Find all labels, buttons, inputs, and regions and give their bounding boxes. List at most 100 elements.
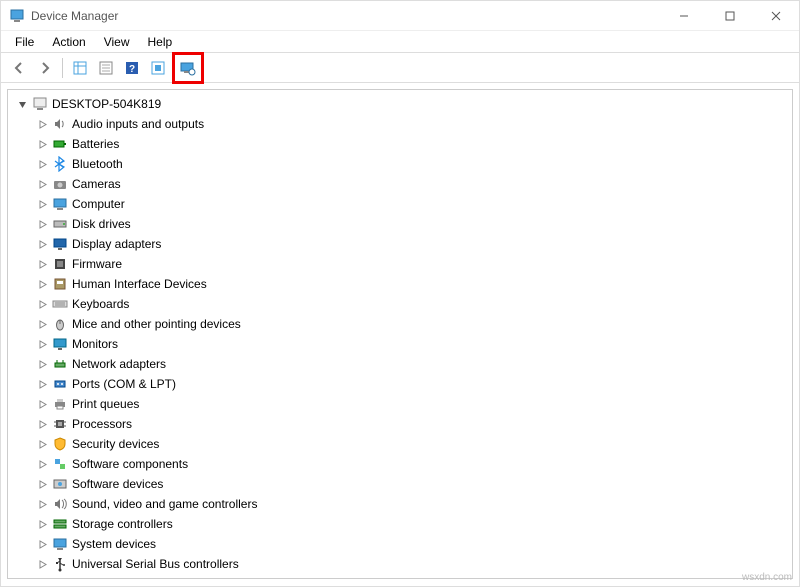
toolbar: ? <box>1 53 799 83</box>
expand-icon[interactable] <box>36 118 48 130</box>
tree-category-label: Cameras <box>72 177 121 191</box>
expand-icon[interactable] <box>36 218 48 230</box>
tree-category-label: Batteries <box>72 137 119 151</box>
collapse-icon[interactable] <box>16 98 28 110</box>
tree-category-label: Computer <box>72 197 125 211</box>
highlighted-toolbar-item <box>172 52 204 84</box>
expand-icon[interactable] <box>36 358 48 370</box>
tree-category-node[interactable]: Keyboards <box>34 294 790 314</box>
system-icon <box>52 536 68 552</box>
titlebar: Device Manager <box>1 1 799 31</box>
menu-view[interactable]: View <box>96 33 138 51</box>
tree-category-node[interactable]: Monitors <box>34 334 790 354</box>
expand-icon[interactable] <box>36 338 48 350</box>
hid-icon <box>52 276 68 292</box>
tree-category-node[interactable]: Security devices <box>34 434 790 454</box>
tree-category-label: Human Interface Devices <box>72 277 207 291</box>
tree-category-node[interactable]: Storage controllers <box>34 514 790 534</box>
expand-icon[interactable] <box>36 258 48 270</box>
tree-category-label: Bluetooth <box>72 157 123 171</box>
tree-category-label: Software components <box>72 457 188 471</box>
window-title: Device Manager <box>31 9 661 23</box>
tree-category-label: Storage controllers <box>72 517 173 531</box>
tree-category-node[interactable]: Human Interface Devices <box>34 274 790 294</box>
tree-category-node[interactable]: Batteries <box>34 134 790 154</box>
security-icon <box>52 436 68 452</box>
camera-icon <box>52 176 68 192</box>
bluetooth-icon <box>52 156 68 172</box>
tree-category-node[interactable]: Print queues <box>34 394 790 414</box>
expand-icon[interactable] <box>36 318 48 330</box>
tree-category-label: Processors <box>72 417 132 431</box>
tree-category-node[interactable]: Mice and other pointing devices <box>34 314 790 334</box>
tree-category-node[interactable]: Audio inputs and outputs <box>34 114 790 134</box>
expand-icon[interactable] <box>36 178 48 190</box>
tree-category-node[interactable]: Firmware <box>34 254 790 274</box>
watermark: wsxdn.com <box>742 572 792 583</box>
menu-action[interactable]: Action <box>44 33 93 51</box>
svg-text:?: ? <box>129 64 135 75</box>
device-tree-pane[interactable]: DESKTOP-504K819 Audio inputs and outputs… <box>7 89 793 579</box>
expand-icon[interactable] <box>36 138 48 150</box>
tree-category-node[interactable]: System devices <box>34 534 790 554</box>
display-icon <box>52 236 68 252</box>
tree-category-node[interactable]: Processors <box>34 414 790 434</box>
tree-category-node[interactable]: Bluetooth <box>34 154 790 174</box>
expand-icon[interactable] <box>36 558 48 570</box>
tree-category-label: System devices <box>72 537 156 551</box>
window-controls <box>661 1 799 31</box>
firmware-icon <box>52 256 68 272</box>
menu-help[interactable]: Help <box>140 33 181 51</box>
tree-category-node[interactable]: Universal Serial Bus controllers <box>34 554 790 574</box>
expand-icon[interactable] <box>36 418 48 430</box>
tree-category-label: Security devices <box>72 437 159 451</box>
tree-category-node[interactable]: Disk drives <box>34 214 790 234</box>
tree-category-node[interactable]: Sound, video and game controllers <box>34 494 790 514</box>
tree-category-node[interactable]: Software components <box>34 454 790 474</box>
mouse-icon <box>52 316 68 332</box>
tree-category-node[interactable]: Ports (COM & LPT) <box>34 374 790 394</box>
tree-category-label: Disk drives <box>72 217 131 231</box>
tree-category-node[interactable]: Display adapters <box>34 234 790 254</box>
expand-icon[interactable] <box>36 498 48 510</box>
tree-category-node[interactable]: Cameras <box>34 174 790 194</box>
tree-category-label: Print queues <box>72 397 139 411</box>
expand-icon[interactable] <box>36 518 48 530</box>
expand-icon[interactable] <box>36 438 48 450</box>
tree-category-node[interactable]: Software devices <box>34 474 790 494</box>
scan-hardware-button[interactable] <box>146 56 170 80</box>
expand-icon[interactable] <box>36 478 48 490</box>
expand-icon[interactable] <box>36 458 48 470</box>
usb-icon <box>52 556 68 572</box>
tree-root-node[interactable]: DESKTOP-504K819 <box>14 94 790 114</box>
menu-file[interactable]: File <box>7 33 42 51</box>
tree-category-label: Software devices <box>72 477 163 491</box>
expand-icon[interactable] <box>36 538 48 550</box>
properties-button[interactable] <box>94 56 118 80</box>
expand-icon[interactable] <box>36 238 48 250</box>
tree-category-node[interactable]: Computer <box>34 194 790 214</box>
maximize-button[interactable] <box>707 1 753 31</box>
app-icon <box>9 8 25 24</box>
show-hide-console-tree-button[interactable] <box>68 56 92 80</box>
help-button[interactable]: ? <box>120 56 144 80</box>
expand-icon[interactable] <box>36 398 48 410</box>
expand-icon[interactable] <box>36 298 48 310</box>
expand-icon[interactable] <box>36 378 48 390</box>
storage-icon <box>52 516 68 532</box>
minimize-button[interactable] <box>661 1 707 31</box>
expand-icon[interactable] <box>36 198 48 210</box>
battery-icon <box>52 136 68 152</box>
tree-category-label: Audio inputs and outputs <box>72 117 204 131</box>
close-button[interactable] <box>753 1 799 31</box>
expand-icon[interactable] <box>36 278 48 290</box>
tree-category-node[interactable]: Network adapters <box>34 354 790 374</box>
tree-root-label: DESKTOP-504K819 <box>52 97 161 111</box>
tree-category-label: Universal Serial Bus controllers <box>72 557 239 571</box>
add-legacy-hardware-button[interactable] <box>176 56 200 80</box>
toolbar-separator <box>62 58 63 78</box>
forward-button[interactable] <box>33 56 57 80</box>
disk-icon <box>52 216 68 232</box>
back-button[interactable] <box>7 56 31 80</box>
expand-icon[interactable] <box>36 158 48 170</box>
